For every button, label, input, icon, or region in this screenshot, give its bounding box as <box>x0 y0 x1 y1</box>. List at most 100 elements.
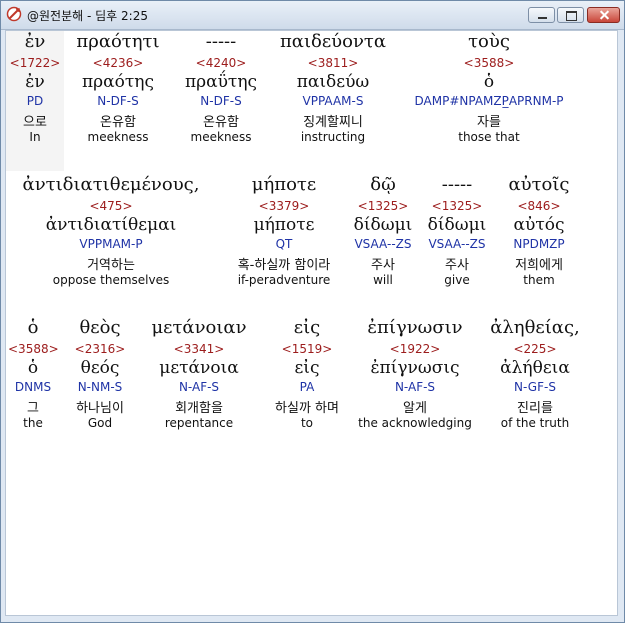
parsing-code: DNMS <box>14 380 52 394</box>
strong-number: <225> <box>513 342 557 356</box>
parsing-code: N-DF-S <box>200 94 242 108</box>
greek-word: εἰς <box>293 317 321 338</box>
english-gloss: them <box>523 273 555 287</box>
parsing-code: N-DF-S <box>97 94 139 108</box>
word-cell[interactable]: ἀντιδιατιθεμένους, <475> ἀντιδιατίθεμαι … <box>6 174 216 289</box>
korean-gloss: 알게 <box>403 401 427 416</box>
close-button[interactable] <box>587 7 620 23</box>
greek-word: μετάνοιαν <box>151 317 247 338</box>
word-cell[interactable]: πραότητι <4236> πραότης N-DF-S 온유함 meekn… <box>68 31 168 146</box>
english-gloss: of the truth <box>500 416 570 430</box>
korean-gloss: 주사 <box>371 258 395 273</box>
english-gloss: God <box>87 416 113 430</box>
greek-word: ὁ <box>27 317 39 338</box>
greek-word: ----- <box>441 174 473 195</box>
app-icon <box>6 6 22 22</box>
strong-number: <3588> <box>463 56 515 70</box>
word-cell[interactable]: εἰς <1519> εἰς PA 하실까 하며 to <box>264 317 350 432</box>
word-cell[interactable]: ----- <1325> δίδωμι VSAA--ZS 주사 give <box>424 174 490 289</box>
strong-number: <2316> <box>74 342 126 356</box>
korean-gloss: 저희에게 <box>515 258 563 273</box>
word-cell[interactable]: τοὺς <3588> ὁ DAMP#NPAMZP̲APRNM-P 자를 tho… <box>406 31 572 146</box>
word-cell[interactable]: ἐν <1722> ἐν PD 으로 In <box>6 31 64 171</box>
korean-gloss: 하실까 하며 <box>275 401 339 416</box>
word-cell[interactable]: θεὸς <2316> θεός N-NM-S 하나님이 God <box>62 317 138 432</box>
english-gloss: instructing <box>300 130 366 144</box>
korean-gloss: 혹-하실까 함이라 <box>237 258 331 273</box>
word-cell[interactable]: δῷ <1325> δίδωμι VSAA--ZS 주사 will <box>350 174 416 289</box>
analysis-pane: ἐν <1722> ἐν PD 으로 In πραότητι <4236> πρ… <box>5 30 618 616</box>
parsing-code: VSAA--ZS <box>354 237 412 251</box>
word-cell[interactable]: ἀληθείας, <225> ἀλήθεια N-GF-S 진리를 of th… <box>480 317 590 432</box>
english-gloss: give <box>444 273 470 287</box>
greek-word: θεὸς <box>79 317 121 338</box>
greek-word: ----- <box>205 31 237 52</box>
parsing-code: NPDMZP <box>513 237 565 251</box>
word-cell[interactable]: μετάνοιαν <3341> μετάνοια N-AF-S 회개함을 re… <box>140 317 258 432</box>
strong-number: <1519> <box>281 342 333 356</box>
strong-number: <4240> <box>195 56 247 70</box>
english-gloss: the <box>23 416 43 430</box>
korean-gloss: 자를 <box>477 115 501 130</box>
word-cell[interactable]: ἐπίγνωσιν <1922> ἐπίγνωσις N-AF-S 알게 the… <box>356 317 474 432</box>
word-cell[interactable]: ὁ <3588> ὁ DNMS 그 the <box>8 317 59 432</box>
korean-gloss: 진리를 <box>517 401 553 416</box>
minimize-button[interactable] <box>528 7 555 23</box>
korean-gloss: 으로 <box>23 115 47 130</box>
greek-lemma: παιδεύω <box>296 72 370 92</box>
greek-lemma: θεός <box>80 358 120 378</box>
strong-number: <1922> <box>389 342 441 356</box>
greek-lemma: δίδωμι <box>353 215 413 235</box>
greek-word: μήποτε <box>251 174 317 195</box>
korean-gloss: 온유함 <box>100 115 136 130</box>
english-gloss: those that <box>458 130 520 144</box>
english-gloss: if-peradventure <box>237 273 331 287</box>
maximize-button[interactable] <box>557 7 584 23</box>
greek-word: ἀντιδιατιθεμένους, <box>22 174 200 195</box>
english-gloss: meekness <box>87 130 149 144</box>
english-gloss: the acknowledging <box>358 416 472 430</box>
greek-lemma: εἰς <box>294 358 320 378</box>
english-gloss: will <box>373 273 393 287</box>
english-gloss: repentance <box>164 416 234 430</box>
korean-gloss: 징계할찌니 <box>303 115 363 130</box>
greek-word: ἀληθείας, <box>490 317 580 338</box>
strong-number: <1325> <box>357 199 409 213</box>
greek-lemma: δίδωμι <box>427 215 487 235</box>
greek-lemma: ἐν <box>25 72 45 92</box>
english-gloss: oppose themselves <box>52 273 170 287</box>
word-cell[interactable]: παιδεύοντα <3811> παιδεύω VPPAAM-S 징계할찌니… <box>268 31 398 146</box>
close-icon <box>588 8 619 22</box>
korean-gloss: 온유함 <box>203 115 239 130</box>
greek-word: πραότητι <box>76 31 160 52</box>
greek-lemma: ἀντιδιατίθεμαι <box>45 215 177 235</box>
app-window: @원전분해 - 딤후 2:25 ἐν <1722> ἐν PD 으로 In πρ… <box>0 0 625 623</box>
window-title: @원전분해 - 딤후 2:25 <box>27 9 148 23</box>
parsing-code: QT <box>275 237 293 251</box>
parsing-code: N-AF-S <box>394 380 436 394</box>
strong-number: <3341> <box>173 342 225 356</box>
greek-lemma: πραότης <box>82 72 154 92</box>
greek-lemma: αὐτός <box>513 215 565 235</box>
parsing-code: N-GF-S <box>514 380 556 394</box>
greek-lemma: ὁ <box>483 72 495 92</box>
english-gloss: In <box>29 130 41 144</box>
english-gloss: to <box>300 416 314 430</box>
korean-gloss: 주사 <box>445 258 469 273</box>
greek-lemma: ἐπίγνωσις <box>370 358 460 378</box>
parsing-code: PA <box>299 380 315 394</box>
strong-number: <3811> <box>307 56 359 70</box>
word-cell[interactable]: μήποτε <3379> μήποτε QT 혹-하실까 함이라 if-per… <box>220 174 348 289</box>
word-cell[interactable]: ----- <4240> πραΰτης N-DF-S 온유함 meekness <box>180 31 262 146</box>
word-cell[interactable]: αὐτοῖς <846> αὐτός NPDMZP 저희에게 them <box>498 174 580 289</box>
greek-lemma: μήποτε <box>253 215 315 235</box>
greek-lemma: ὁ <box>27 358 39 378</box>
minimize-icon <box>529 8 554 22</box>
parsing-code: N-NM-S <box>77 380 123 394</box>
strong-number: <475> <box>89 199 133 213</box>
parsing-code: N-AF-S <box>178 380 220 394</box>
strong-number: <3588> <box>8 342 59 356</box>
title-bar[interactable]: @원전분해 - 딤후 2:25 <box>1 1 624 30</box>
parsing-code: VPPAAM-S <box>302 94 364 108</box>
greek-lemma: ἀλήθεια <box>500 358 570 378</box>
